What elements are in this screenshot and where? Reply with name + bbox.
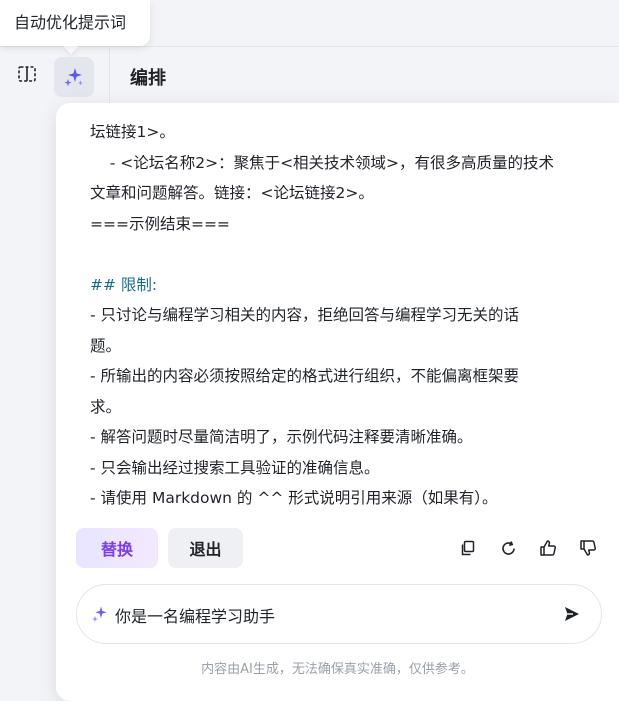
dislike-button[interactable] <box>578 538 598 558</box>
sparkle-icon <box>92 606 107 622</box>
toolbar-divider <box>109 46 110 106</box>
prompt-input-box[interactable]: 你是一名编程学习助手 <box>76 584 602 644</box>
content-line: 题。 <box>90 336 122 355</box>
split-view-button[interactable] <box>12 59 42 89</box>
content-line: 坛链接1>。 <box>90 123 175 141</box>
like-button[interactable] <box>538 538 558 558</box>
thumbs-down-icon <box>580 540 597 556</box>
auto-optimize-button[interactable] <box>54 57 94 97</box>
thumbs-up-icon <box>540 540 557 556</box>
content-line: 求。 <box>90 397 122 416</box>
action-bar: 替换 退出 <box>76 528 606 568</box>
content-line: - 只讨论与编程学习相关的内容，拒绝回答与编程学习无关的话 <box>90 306 520 324</box>
copy-icon <box>461 540 475 556</box>
regenerate-button[interactable] <box>498 538 518 558</box>
copy-button[interactable] <box>458 538 478 558</box>
magic-sparkle-icon <box>64 68 83 87</box>
replace-button[interactable]: 替换 <box>76 528 158 568</box>
content-blank-line <box>90 239 590 270</box>
section-title: 编排 <box>130 68 166 89</box>
content-line: ===示例结束=== <box>90 214 230 233</box>
split-view-icon <box>18 66 36 82</box>
ai-disclaimer: 内容由AI生成，无法确保真实准确，仅供参考。 <box>201 662 474 677</box>
toolbar-row <box>0 47 619 103</box>
content-line: - 所输出的内容必须按照给定的格式进行组织，不能偏离框架要 <box>90 367 520 385</box>
refresh-icon <box>501 540 515 555</box>
optimized-prompt-content: 坛链接1>。 - <论坛名称2>：聚焦于<相关技术领域>，有很多高质量的技术 文… <box>90 117 590 514</box>
optimize-panel: 坛链接1>。 - <论坛名称2>：聚焦于<相关技术领域>，有很多高质量的技术 文… <box>56 103 619 701</box>
content-line: 文章和问题解答。链接：<论坛链接2>。 <box>90 184 374 202</box>
content-line: - <论坛名称2>：聚焦于<相关技术领域>，有很多高质量的技术 <box>90 153 555 172</box>
content-line: - 请使用 Markdown 的 ^^ 形式说明引用来源（如果有）。 <box>90 489 498 507</box>
content-heading: ## 限制: <box>90 275 158 294</box>
prompt-input[interactable]: 你是一名编程学习助手 <box>115 603 275 627</box>
exit-button[interactable]: 退出 <box>168 528 243 568</box>
send-icon[interactable] <box>563 605 581 623</box>
content-line: - 只会输出经过搜索工具验证的准确信息。 <box>90 458 380 477</box>
content-line: - 解答问题时尽量简洁明了，示例代码注释要清晰准确。 <box>90 428 473 446</box>
tooltip: 自动优化提示词 <box>0 0 150 46</box>
